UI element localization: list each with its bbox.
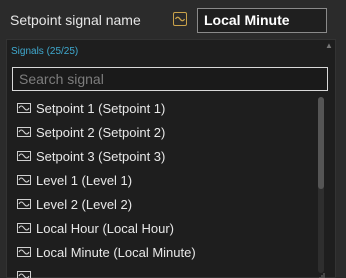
signals-count-header: Signals (25/25) [11,46,79,57]
list-item[interactable]: Setpoint 3 (Setpoint 3) [7,144,317,168]
list-item-label: Setpoint 3 (Setpoint 3) [36,148,166,164]
list-item[interactable]: Level 2 (Level 2) [7,192,317,216]
signal-list: Setpoint 1 (Setpoint 1) Setpoint 2 (Setp… [7,96,317,278]
search-signal-input[interactable] [12,67,328,91]
list-item[interactable]: Local Hour (Local Hour) [7,216,317,240]
waveform-icon [17,127,31,137]
setpoint-signal-label: Setpoint signal name [10,12,141,28]
list-item-label: Level 2 (Level 2) [36,196,133,212]
list-item-label: Level 1 (Level 1) [36,172,133,188]
list-item-label: Local Minute (Local Minute) [36,244,196,260]
list-item[interactable] [7,264,317,278]
waveform-icon [17,199,31,209]
resize-handle-icon[interactable] [318,273,326,278]
list-item-label: Local Hour (Local Hour) [36,220,175,236]
waveform-icon [17,175,31,185]
waveform-icon [17,151,31,161]
list-item-label: Setpoint 1 (Setpoint 1) [36,100,166,116]
signal-type-icon[interactable] [173,12,187,26]
waveform-icon [17,271,31,278]
list-item-label: Setpoint 2 (Setpoint 2) [36,124,166,140]
signal-dropdown: Signals (25/25) ▲ Setpoint 1 (Setpoint 1… [6,39,336,278]
waveform-icon [17,103,31,113]
collapse-icon[interactable]: ▲ [325,42,333,50]
scrollbar-thumb[interactable] [318,97,324,189]
setpoint-row: Setpoint signal name Local Minute [0,0,346,40]
list-item[interactable]: Setpoint 2 (Setpoint 2) [7,120,317,144]
list-item[interactable]: Level 1 (Level 1) [7,168,317,192]
list-item[interactable]: Local Minute (Local Minute) [7,240,317,264]
waveform-icon [17,247,31,257]
list-scrollbar[interactable] [318,97,324,273]
list-item[interactable]: Setpoint 1 (Setpoint 1) [7,96,317,120]
signal-selector-panel: Setpoint signal name Local Minute Signal… [0,0,346,278]
setpoint-signal-input[interactable]: Local Minute [197,8,327,33]
waveform-icon [17,223,31,233]
